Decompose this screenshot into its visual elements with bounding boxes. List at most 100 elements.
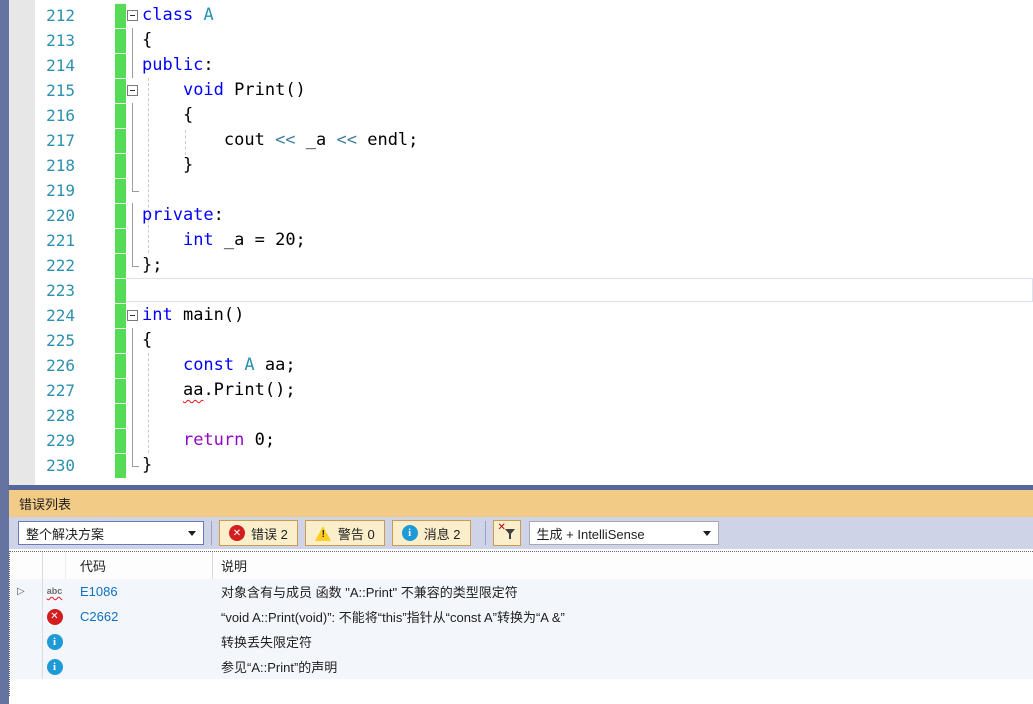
outlining-margin[interactable] [126, 303, 142, 328]
error-list-row[interactable]: i 转换丢失限定符 [10, 629, 1033, 654]
line-number: 218 [46, 156, 75, 175]
error-list-row[interactable]: ✕ C2662 “void A::Print(void)”: 不能将“this”指针… [10, 604, 1033, 629]
outlining-margin[interactable] [126, 3, 142, 28]
messages-toggle-button[interactable]: i 消息 2 [391, 520, 471, 546]
column-header-severity [43, 552, 66, 579]
change-tracking-bar [115, 403, 126, 428]
line-number: 214 [46, 56, 75, 75]
warnings-toggle-label: 警告 0 [337, 526, 375, 542]
code-line[interactable]: 230} [0, 453, 1033, 478]
info-icon: i [46, 658, 63, 675]
code-line[interactable]: 229 return 0; [0, 428, 1033, 453]
code-line[interactable]: 226 const A aa; [0, 353, 1033, 378]
outlining-margin [126, 378, 142, 403]
source-dropdown[interactable]: 生成 + IntelliSense [528, 521, 719, 545]
line-number: 219 [46, 181, 75, 200]
change-tracking-bar [115, 53, 126, 78]
code-line[interactable]: 223 [0, 278, 1033, 303]
line-number: 222 [46, 256, 75, 275]
code-line[interactable]: 212 class A [0, 3, 1033, 28]
outlining-margin [126, 328, 142, 353]
code-line[interactable]: 218 } [0, 153, 1033, 178]
collapse-box-icon[interactable] [127, 85, 138, 96]
code-line[interactable]: 213 { [0, 28, 1033, 53]
code-line[interactable]: 215 void Print() [0, 78, 1033, 103]
outlining-margin [126, 278, 142, 303]
line-number: 229 [46, 431, 75, 450]
warning-icon: ! [314, 525, 332, 541]
intellisense-error-icon: abc [46, 586, 63, 596]
errors-toggle-label: 错误 2 [251, 526, 288, 542]
info-icon: i [46, 633, 63, 650]
outlining-margin [126, 403, 142, 428]
error-description: 对象含有与成员 函数 "A::Print" 不兼容的类型限定符 [221, 585, 518, 600]
code-line[interactable]: 219 [0, 178, 1033, 203]
source-dropdown-value: 生成 + IntelliSense [536, 526, 645, 542]
code-line[interactable]: 220 private: [0, 203, 1033, 228]
error-list-row[interactable]: ▷ abc E1086 对象含有与成员 函数 "A::Print" 不兼容的类型限定符 [10, 579, 1033, 604]
outlining-margin [126, 428, 142, 453]
panel-titlebar[interactable]: 错误列表 [9, 490, 1033, 517]
scope-dropdown[interactable]: 整个解决方案 [18, 521, 204, 545]
line-number: 217 [46, 131, 75, 150]
error-list-row[interactable]: i 参见“A::Print”的声明 [10, 654, 1033, 679]
code-line[interactable]: 224 int main() [0, 303, 1033, 328]
line-number: 223 [46, 281, 75, 300]
code-line[interactable]: 227 aa.Print(); [0, 378, 1033, 403]
collapse-box-icon[interactable] [127, 10, 138, 21]
error-code-link[interactable]: E1086 [66, 579, 213, 604]
code-line[interactable]: 222}; [0, 253, 1033, 278]
change-tracking-bar [115, 3, 126, 28]
code-text: aa.Print(); [182, 380, 296, 400]
errors-toggle-button[interactable]: ✕ 错误 2 [219, 520, 298, 546]
outlining-margin [126, 228, 142, 253]
collapse-box-icon[interactable] [127, 310, 138, 321]
line-number: 226 [46, 356, 75, 375]
code-text: class A [142, 5, 214, 25]
error-code-link [66, 629, 213, 654]
code-text: { [142, 30, 153, 50]
expander-triangle-icon[interactable]: ▷ [10, 586, 25, 597]
column-header-code[interactable]: 代码 [66, 552, 213, 579]
clear-filter-button[interactable]: ✕ [492, 520, 521, 546]
toolbar-separator [211, 521, 212, 545]
scope-dropdown-value: 整个解决方案 [26, 526, 105, 542]
error-code-link[interactable]: C2662 [66, 604, 213, 629]
change-tracking-bar [115, 203, 126, 228]
code-editor[interactable]: 212 class A 213 { 214 public: 215 void Print()… [0, 0, 1033, 485]
info-icon: i [401, 525, 418, 541]
code-text: }; [142, 255, 163, 275]
filter-x-icon: ✕ [498, 522, 515, 541]
change-tracking-bar [115, 303, 126, 328]
error-table: 代码 说明 ▷ abc E1086 对象含有与成员 函数 "A::Print" 不兼容… [9, 551, 1033, 696]
code-line[interactable]: 225 { [0, 328, 1033, 353]
error-description: 参见“A::Print”的声明 [221, 660, 338, 675]
code-line[interactable]: 214 public: [0, 53, 1033, 78]
outlining-margin [126, 178, 142, 203]
code-line[interactable]: 216 { [0, 103, 1033, 128]
outlining-margin[interactable] [126, 78, 142, 103]
change-tracking-bar [115, 253, 126, 278]
change-tracking-bar [115, 128, 126, 153]
column-header-description[interactable]: 说明 [213, 552, 1033, 579]
outlining-margin [126, 28, 142, 53]
change-tracking-bar [115, 28, 126, 53]
line-number: 224 [46, 306, 75, 325]
error-icon: ✕ [229, 525, 245, 541]
outlining-margin [126, 453, 142, 478]
code-text: int main() [142, 305, 245, 325]
outlining-margin [126, 253, 142, 278]
line-number: 228 [46, 406, 75, 425]
vs-window: 212 class A 213 { 214 public: 215 void Print()… [0, 0, 1033, 704]
outlining-margin [126, 153, 142, 178]
code-line[interactable]: 228 [0, 403, 1033, 428]
error-code-link [66, 654, 213, 679]
code-line[interactable]: 221 int _a = 20; [0, 228, 1033, 253]
warnings-toggle-button[interactable]: ! 警告 0 [304, 520, 385, 546]
change-tracking-bar [115, 278, 126, 303]
code-line[interactable]: 217 cout << _a << endl; [0, 128, 1033, 153]
code-text: public: [142, 55, 214, 75]
error-table-header: 代码 说明 [10, 552, 1033, 579]
outlining-margin [126, 353, 142, 378]
line-number: 220 [46, 206, 75, 225]
